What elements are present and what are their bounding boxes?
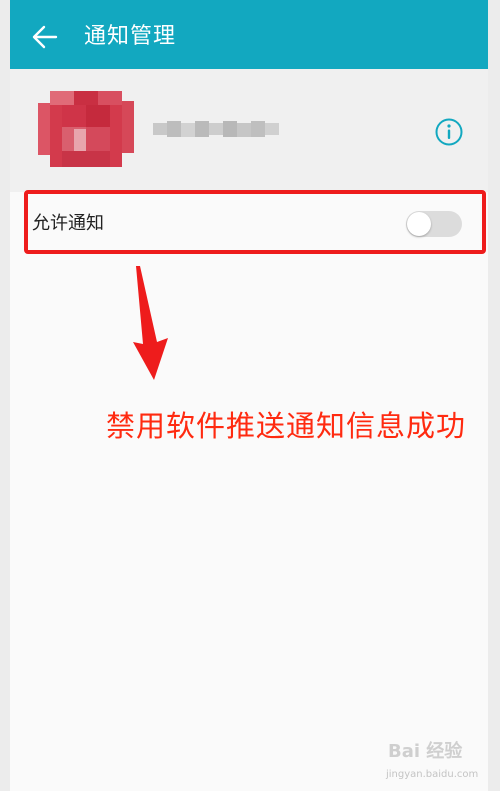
watermark-url: jingyan.baidu.com (386, 769, 479, 780)
app-icon (38, 91, 134, 167)
app-header (10, 69, 488, 192)
info-icon[interactable] (434, 117, 464, 147)
arrow-left-icon[interactable] (30, 22, 60, 52)
annotation-caption: 禁用软件推送通知信息成功 (106, 409, 467, 443)
arrow-down-annotation-icon (133, 266, 168, 380)
notification-settings-screen: 通知管理 允许通知 (10, 0, 488, 791)
watermark: Bai 经验 jingyan.baidu.com (384, 740, 484, 786)
title-bar: 通知管理 (10, 0, 488, 69)
page-title: 通知管理 (84, 24, 177, 49)
highlight-annotation-box (24, 190, 486, 254)
app-name-blurred (153, 121, 279, 137)
watermark-brand: Bai 经验 (388, 741, 463, 762)
